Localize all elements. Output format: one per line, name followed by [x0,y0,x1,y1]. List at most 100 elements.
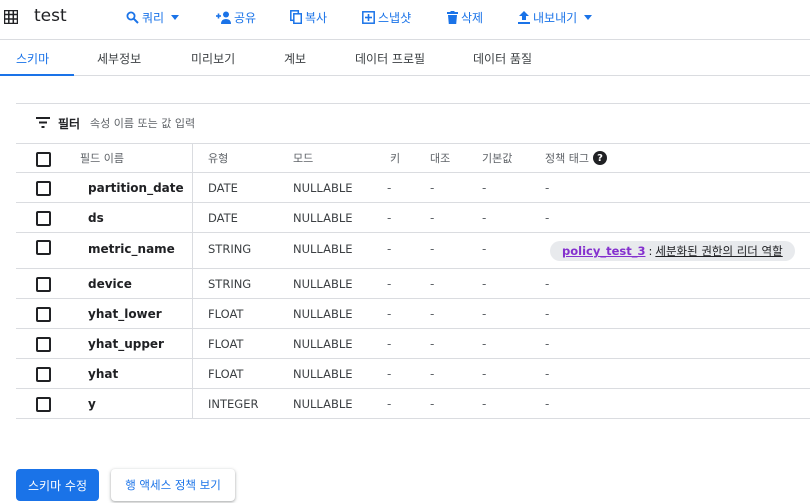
row-checkbox[interactable] [36,367,51,382]
field-name: yhat_lower [88,306,162,321]
snapshot-label: 스냅샷 [378,10,412,25]
select-all-checkbox[interactable] [36,152,51,167]
field-mode: NULLABLE [293,396,353,411]
tab-lineage[interactable]: 계보 [284,50,306,67]
field-key: - [387,242,392,256]
row-checkbox[interactable] [36,211,51,226]
field-key: - [387,396,392,411]
field-type: DATE [208,180,238,195]
field-type: FLOAT [208,306,244,321]
row-checkbox[interactable] [36,397,51,412]
policy-tag-chip[interactable]: policy_test_3 : 세분화된 권한의 리더 역할 [550,241,795,261]
search-icon [126,11,139,24]
field-policy-tag: - [545,210,550,225]
view-row-access-policies-button[interactable]: 행 액세스 정책 보기 [111,469,235,501]
field-mode: NULLABLE [293,366,353,381]
field-type: FLOAT [208,336,244,351]
field-name: partition_date [88,180,184,195]
field-default: - [482,276,487,291]
field-type: DATE [208,210,238,225]
header-type: 유형 [208,152,229,165]
export-label: 내보내기 [533,10,578,25]
field-key: - [387,306,392,321]
field-collation: - [430,396,435,411]
table-icon [4,10,18,24]
field-collation: - [430,242,435,256]
field-name: ds [88,210,104,225]
row-checkbox[interactable] [36,181,51,196]
field-policy-tag: - [545,306,550,321]
field-collation: - [430,366,435,381]
field-name: y [88,396,96,411]
table-header-row: 필드 이름 유형 모드 키 대조 기본값 정책 태그 ? [16,143,810,173]
header-mode: 모드 [293,152,314,165]
field-type: INTEGER [208,396,259,411]
policy-tag-link[interactable]: policy_test_3 [562,244,645,258]
field-key: - [387,180,392,195]
field-collation: - [430,336,435,351]
delete-label: 삭제 [461,10,484,25]
field-policy-tag: - [545,366,550,381]
field-type: STRING [208,242,252,256]
table-row: partition_date DATE NULLABLE - - - - [16,173,810,203]
field-default: - [482,180,487,195]
header-key: 키 [390,152,401,165]
person-add-icon [216,11,231,24]
table-row: metric_name STRING NULLABLE - - - policy… [16,233,810,269]
field-collation: - [430,306,435,321]
edit-schema-button[interactable]: 스키마 수정 [16,469,99,501]
filter-input[interactable] [90,112,390,134]
table-row: ds DATE NULLABLE - - - - [16,203,810,233]
table-row: y INTEGER NULLABLE - - - - [16,389,810,419]
field-default: - [482,242,487,256]
active-tab-indicator [0,74,74,76]
toolbar: test 쿼리 공유 복사 스냅샷 삭제 내보내기 [0,0,810,40]
field-key: - [387,336,392,351]
tab-preview[interactable]: 미리보기 [191,50,235,67]
export-button[interactable]: 내보내기 [518,8,593,26]
header-field-name[interactable]: 필드 이름 [80,144,124,172]
query-button[interactable]: 쿼리 [126,8,180,26]
tab-data-quality[interactable]: 데이터 품질 [473,50,532,67]
field-collation: - [430,276,435,291]
field-key: - [387,366,392,381]
row-checkbox[interactable] [36,307,51,322]
snapshot-button[interactable]: 스냅샷 [362,8,411,26]
field-mode: NULLABLE [293,276,353,291]
field-type: FLOAT [208,366,244,381]
help-icon[interactable]: ? [592,151,607,165]
share-label: 공유 [234,10,257,25]
policy-tag-description: 세분화된 권한의 리더 역할 [655,244,783,258]
upload-icon [518,10,530,24]
filter-icon[interactable] [36,117,50,128]
field-name: yhat_upper [88,336,164,351]
row-checkbox[interactable] [36,337,51,352]
copy-button[interactable]: 복사 [290,8,327,26]
field-default: - [482,306,487,321]
policy-tag-separator: : [648,244,653,258]
delete-button[interactable]: 삭제 [447,8,483,26]
tab-data-profile[interactable]: 데이터 프로필 [355,50,425,67]
tab-details[interactable]: 세부정보 [97,50,141,67]
row-checkbox[interactable] [36,240,51,255]
share-button[interactable]: 공유 [215,8,256,26]
field-policy-tag: - [545,180,550,195]
copy-icon [290,10,302,24]
table-row: yhat FLOAT NULLABLE - - - - [16,359,810,389]
row-checkbox[interactable] [36,277,51,292]
chevron-down-icon [171,14,180,20]
tab-schema[interactable]: 스키마 [16,50,49,67]
trash-icon [447,10,458,24]
table-row: yhat_upper FLOAT NULLABLE - - - - [16,329,810,359]
field-mode: NULLABLE [293,336,353,351]
header-policy-tag: 정책 태그 ? [545,144,607,172]
filter-label: 필터 [58,117,81,131]
page-title: test [34,6,67,26]
field-name: metric_name [88,242,175,256]
header-policy-tag-label: 정책 태그 [545,152,589,165]
field-default: - [482,210,487,225]
field-mode: NULLABLE [293,242,353,256]
field-key: - [387,276,392,291]
field-mode: NULLABLE [293,210,353,225]
field-default: - [482,396,487,411]
